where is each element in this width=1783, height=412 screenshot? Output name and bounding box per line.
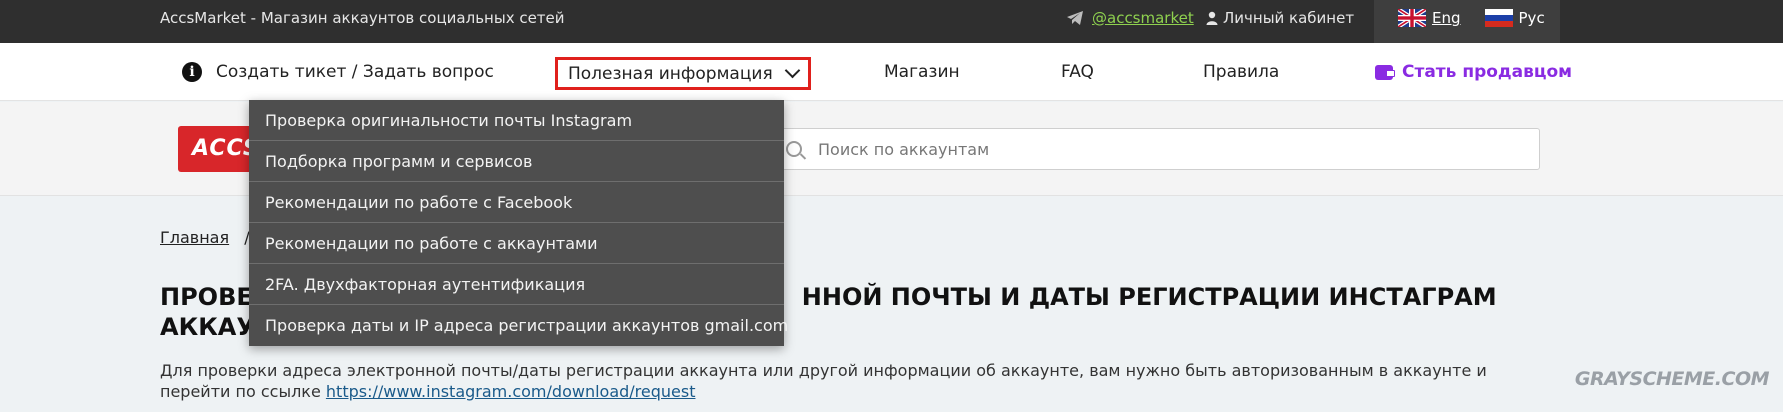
account-link[interactable]: Личный кабинет — [1206, 0, 1354, 43]
nav-rules[interactable]: Правила — [1203, 43, 1279, 101]
useful-info-dropdown-menu: Проверка оригинальности почты Instagram … — [249, 100, 788, 346]
nav-useful-info-dropdown[interactable]: Полезная информация — [555, 57, 811, 90]
telegram-link[interactable]: @accsmarket — [1092, 9, 1194, 27]
page-title-line1-start: ПРОВЕ — [160, 283, 253, 311]
nav-shop[interactable]: Магазин — [884, 43, 960, 101]
instagram-request-link[interactable]: https://www.instagram.com/download/reque… — [326, 382, 696, 401]
nav-create-ticket[interactable]: i Создать тикет / Задать вопрос — [182, 43, 494, 101]
watermark: GRAYSCHEME.COM — [1574, 368, 1770, 390]
user-icon — [1206, 11, 1218, 25]
dropdown-item-facebook-tips[interactable]: Рекомендации по работе с Facebook — [249, 182, 784, 223]
telegram-icon — [1067, 11, 1083, 25]
wallet-icon — [1375, 64, 1395, 80]
page-title-line1-end: ННОЙ ПОЧТЫ И ДАТЫ РЕГИСТРАЦИИ ИНСТАГРАМ — [801, 283, 1497, 311]
main-nav: i Создать тикет / Задать вопрос Полезная… — [0, 43, 1783, 101]
top-bar: AccsMarket - Магазин аккаунтов социальны… — [0, 0, 1783, 43]
uk-flag-icon — [1398, 9, 1426, 27]
account-label: Личный кабинет — [1223, 9, 1355, 27]
language-english[interactable]: Eng — [1398, 9, 1461, 27]
search-icon — [786, 141, 802, 157]
nav-create-ticket-label: Создать тикет / Задать вопрос — [216, 62, 494, 82]
language-russian[interactable]: Рус — [1484, 9, 1545, 27]
nav-useful-info-label: Полезная информация — [568, 63, 773, 84]
description-text: Для проверки адреса электронной почты/да… — [160, 360, 1560, 402]
search-input[interactable] — [818, 139, 1539, 159]
dropdown-item-programs-services[interactable]: Подборка программ и сервисов — [249, 141, 784, 182]
language-russian-label: Рус — [1518, 9, 1545, 27]
ru-flag-icon — [1484, 9, 1513, 27]
language-english-label: Eng — [1432, 9, 1461, 27]
telegram-link-group[interactable]: @accsmarket — [1066, 0, 1194, 43]
info-icon: i — [182, 62, 202, 82]
dropdown-item-gmail-check[interactable]: Проверка даты и IP адреса регистрации ак… — [249, 305, 788, 346]
language-switcher: Eng Рус — [1374, 0, 1560, 43]
breadcrumb: Главная / — [160, 228, 250, 247]
search-box[interactable] — [773, 128, 1540, 170]
breadcrumb-home[interactable]: Главная — [160, 228, 229, 247]
dropdown-item-2fa[interactable]: 2FA. Двухфакторная аутентификация — [249, 264, 784, 305]
dropdown-item-instagram-check[interactable]: Проверка оригинальности почты Instagram — [249, 100, 784, 141]
nav-become-seller-label: Стать продавцом — [1402, 62, 1573, 82]
dropdown-item-accounts-tips[interactable]: Рекомендации по работе с аккаунтами — [249, 223, 784, 264]
nav-faq[interactable]: FAQ — [1061, 43, 1094, 101]
site-title: AccsMarket - Магазин аккаунтов социальны… — [160, 9, 565, 27]
nav-become-seller[interactable]: Стать продавцом — [1375, 43, 1572, 101]
page-title-line2-start: АККАУ — [160, 313, 255, 341]
chevron-down-icon — [784, 62, 800, 79]
